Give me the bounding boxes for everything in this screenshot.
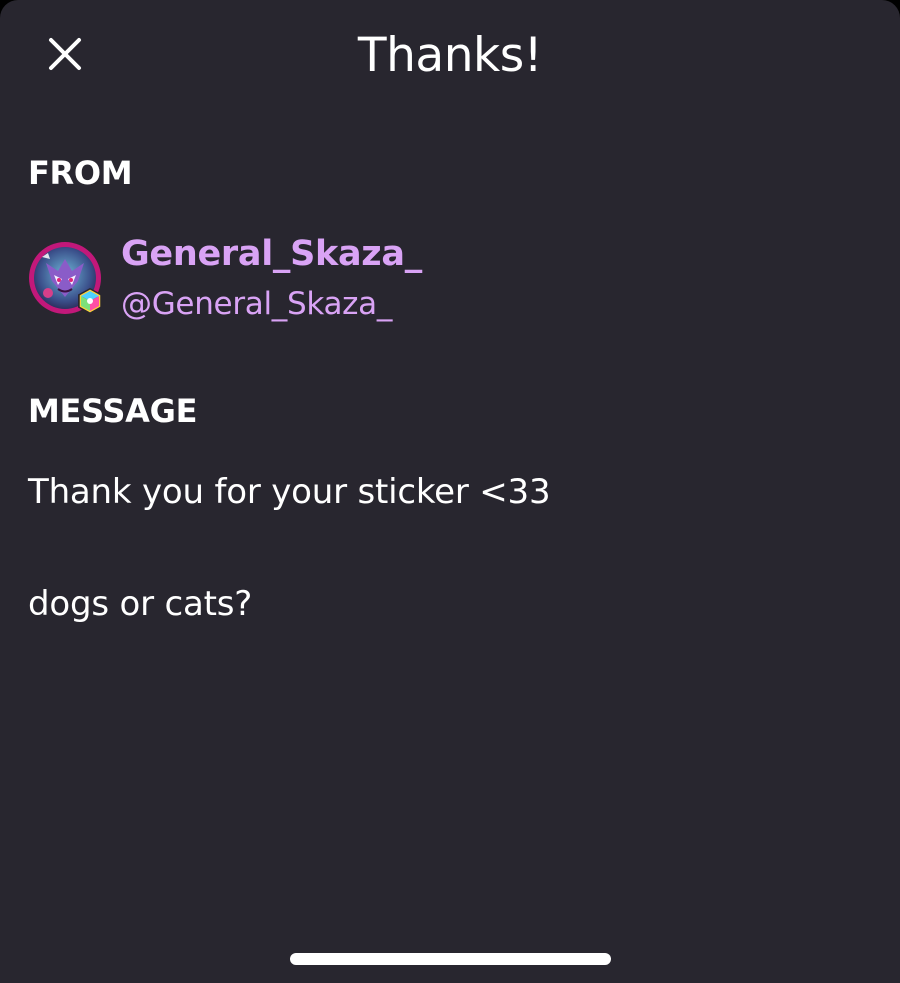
message-section-label: MESSAGE: [28, 392, 198, 430]
sender-handle[interactable]: @General_Skaza_: [121, 283, 392, 325]
from-section-label: FROM: [28, 154, 133, 192]
message-text-line: Thank you for your sticker <33: [28, 472, 551, 512]
sender-display-name[interactable]: General_Skaza_: [121, 232, 422, 276]
page-title: Thanks!: [357, 28, 543, 83]
avatar[interactable]: [28, 241, 102, 315]
hexagon-badge-icon: [78, 288, 102, 314]
thanks-sheet: Thanks! FROM General_Skaza_ @General_Ska…: [0, 0, 900, 983]
home-indicator[interactable]: [290, 953, 611, 965]
message-text-line: dogs or cats?: [28, 584, 253, 624]
